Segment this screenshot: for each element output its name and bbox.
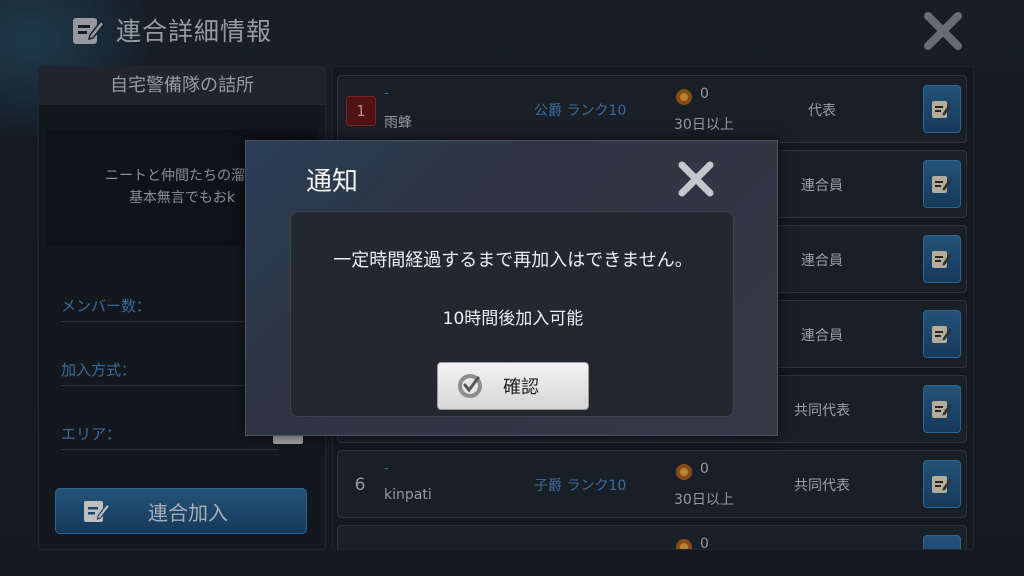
confirm-button[interactable]: 確認 [437, 362, 589, 410]
confirm-label: 確認 [503, 377, 539, 398]
dialog-sub-message: 10時間後加入可能 [442, 309, 584, 329]
notification-dialog: 通知 一定時間経過するまで再加入はできません。 10時間後加入可能 確認 [245, 140, 778, 436]
close-icon[interactable] [674, 159, 718, 199]
dialog-body: 一定時間経過するまで再加入はできません。 10時間後加入可能 確認 [290, 211, 734, 417]
dialog-title: 通知 [306, 167, 359, 197]
dialog-message: 一定時間経過するまで再加入はできません。 [333, 250, 693, 271]
check-circle-icon [458, 374, 482, 398]
